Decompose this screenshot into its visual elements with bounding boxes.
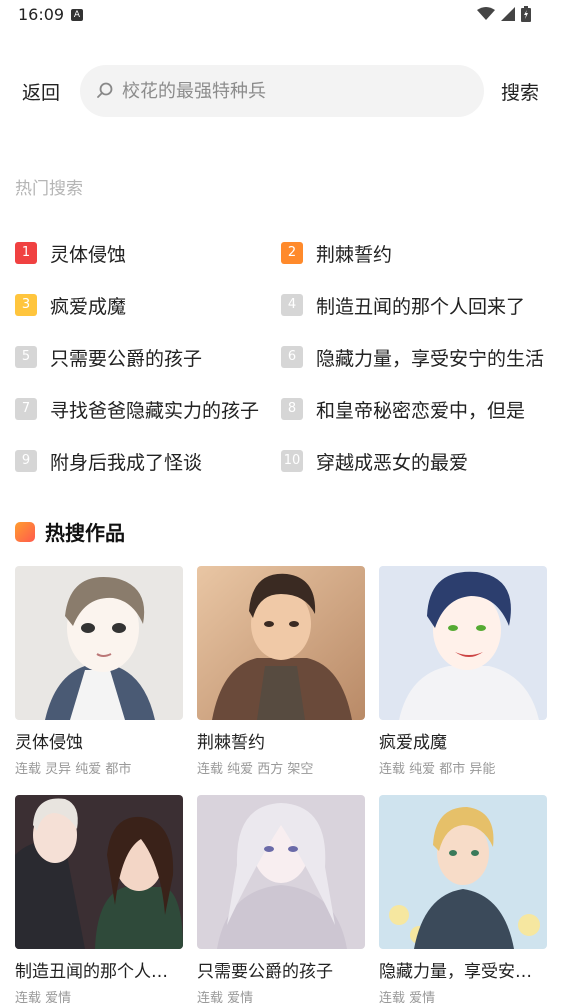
hot-search-item[interactable]: 2 荆棘誓约	[281, 236, 546, 270]
back-button[interactable]: 返回	[22, 78, 60, 105]
notification-a-icon: A	[71, 9, 83, 21]
hot-search-text: 制造丑闻的那个人回来了	[316, 295, 526, 318]
hot-works-header: 热搜作品	[15, 517, 125, 546]
hot-search-text: 只需要公爵的孩子	[50, 347, 203, 370]
section-marker-icon	[15, 521, 35, 542]
search-icon	[97, 82, 113, 98]
hot-search-item[interactable]: 6 隐藏力量，享受安宁的生活	[281, 340, 546, 374]
hot-search-text: 附身后我成了怪谈	[50, 451, 203, 474]
rank-badge: 3	[15, 294, 37, 316]
work-title: 荆棘誓约	[197, 733, 265, 753]
work-title: 疯爱成魔	[379, 733, 447, 753]
battery-icon	[521, 6, 531, 22]
hot-search-text: 寻找爸爸隐藏实力的孩子	[50, 399, 260, 422]
hot-search-item[interactable]: 10 穿越成恶女的最爱	[281, 444, 546, 478]
wifi-icon	[477, 7, 495, 20]
work-card[interactable]: 疯爱成魔 连载 纯爱 都市 异能	[379, 566, 547, 777]
work-cover-image[interactable]	[15, 566, 183, 720]
search-box[interactable]	[80, 65, 484, 117]
hot-search-item[interactable]: 9 附身后我成了怪谈	[15, 444, 265, 478]
status-bar: 16:09 A	[0, 0, 561, 30]
hot-search-text: 和皇帝秘密恋爱中，但是	[316, 399, 526, 422]
hot-search-item[interactable]: 4 制造丑闻的那个人回来了	[281, 288, 546, 322]
rank-badge: 10	[281, 450, 303, 472]
hot-search-text: 荆棘誓约	[316, 243, 393, 266]
rank-badge: 5	[15, 346, 37, 368]
work-card[interactable]: 荆棘誓约 连载 纯爱 西方 架空	[197, 566, 365, 777]
work-card[interactable]: 制造丑闻的那个人回来了 连载 爱情	[15, 795, 183, 1006]
work-title: 隐藏力量，享受安宁的生活	[379, 962, 547, 982]
hot-search-text: 灵体侵蚀	[50, 243, 127, 266]
rank-badge: 1	[15, 242, 37, 264]
hot-search-text: 疯爱成魔	[50, 295, 127, 318]
work-card[interactable]: 灵体侵蚀 连载 灵异 纯爱 都市	[15, 566, 183, 777]
rank-badge: 7	[15, 398, 37, 420]
status-indicators	[477, 6, 531, 22]
search-bar-row: 返回 搜索	[0, 64, 561, 118]
hot-search-item[interactable]: 7 寻找爸爸隐藏实力的孩子	[15, 392, 277, 426]
rank-badge: 8	[281, 398, 303, 420]
rank-badge: 4	[281, 294, 303, 316]
work-cover-image[interactable]	[15, 795, 183, 949]
hot-search-item[interactable]: 8 和皇帝秘密恋爱中，但是	[281, 392, 546, 426]
hot-search-item[interactable]: 5 只需要公爵的孩子	[15, 340, 265, 374]
work-title: 制造丑闻的那个人回来了	[15, 962, 183, 982]
status-time: 16:09	[18, 5, 65, 24]
rank-badge: 9	[15, 450, 37, 472]
hot-search-item[interactable]: 1 灵体侵蚀	[15, 236, 265, 270]
hot-works-title: 热搜作品	[45, 521, 125, 545]
work-card[interactable]: 隐藏力量，享受安宁的生活 连载 爱情	[379, 795, 547, 1006]
work-card[interactable]: 只需要公爵的孩子 连载 爱情	[197, 795, 365, 1006]
search-input[interactable]	[122, 65, 462, 117]
work-tags: 连载 纯爱 都市 异能	[379, 762, 496, 777]
hot-search-title: 热门搜索	[15, 179, 83, 199]
signal-icon	[501, 7, 515, 21]
rank-badge: 6	[281, 346, 303, 368]
hot-search-text: 穿越成恶女的最爱	[316, 451, 469, 474]
work-cover-image[interactable]	[197, 566, 365, 720]
work-title: 只需要公爵的孩子	[197, 962, 333, 982]
work-cover-image[interactable]	[379, 795, 547, 949]
hot-search-item[interactable]: 3 疯爱成魔	[15, 288, 265, 322]
work-cover-image[interactable]	[379, 566, 547, 720]
rank-badge: 2	[281, 242, 303, 264]
work-title: 灵体侵蚀	[15, 733, 83, 753]
work-cover-image[interactable]	[197, 795, 365, 949]
hot-search-text: 隐藏力量，享受安宁的生活	[316, 347, 544, 370]
work-tags: 连载 灵异 纯爱 都市	[15, 762, 132, 777]
search-button[interactable]: 搜索	[501, 78, 539, 105]
work-tags: 连载 纯爱 西方 架空	[197, 762, 314, 777]
